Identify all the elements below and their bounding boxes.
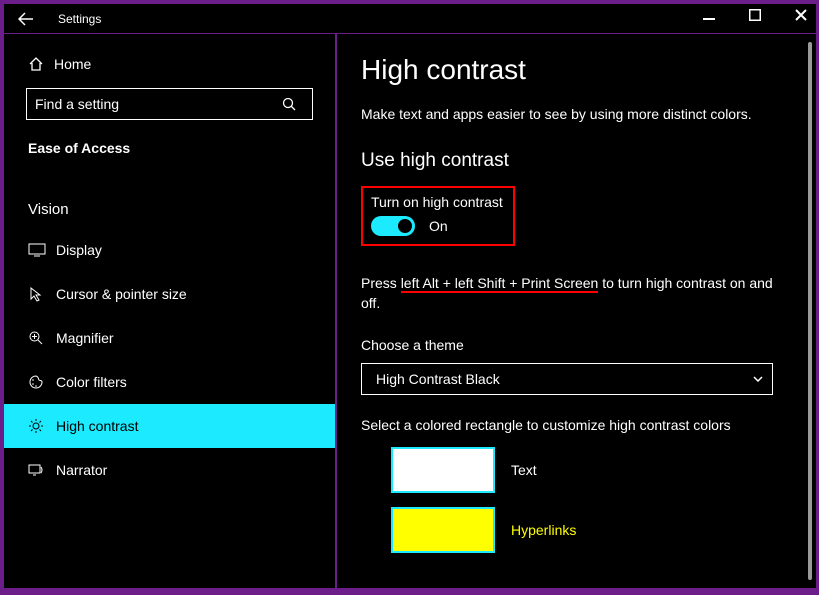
search-icon	[282, 97, 312, 111]
content-area: Home Find a setting Ease of Access Visio…	[4, 34, 816, 588]
chevron-down-icon	[752, 373, 764, 385]
search-input[interactable]: Find a setting	[26, 88, 313, 120]
sidebar-item-label: Color filters	[56, 374, 127, 390]
theme-dropdown[interactable]: High Contrast Black	[361, 363, 773, 395]
hotkey-description: Press left Alt + left Shift + Print Scre…	[361, 274, 786, 313]
search-placeholder: Find a setting	[27, 96, 282, 112]
sidebar-item-label: Display	[56, 242, 102, 258]
cursor-icon	[28, 286, 56, 302]
sidebar-item-display[interactable]: Display	[4, 228, 335, 272]
sidebar-item-label: Narrator	[56, 462, 107, 478]
high-contrast-toggle[interactable]	[371, 216, 415, 236]
window-controls	[702, 8, 808, 22]
magnifier-icon	[28, 330, 56, 346]
sidebar-item-label: Cursor & pointer size	[56, 286, 187, 302]
sidebar-item-label: High contrast	[56, 418, 138, 434]
customize-colors-label: Select a colored rectangle to customize …	[361, 417, 786, 433]
toggle-label: Turn on high contrast	[371, 194, 503, 210]
sun-icon	[28, 418, 56, 434]
color-swatch-text[interactable]	[391, 447, 495, 493]
sidebar: Home Find a setting Ease of Access Visio…	[4, 34, 337, 588]
home-icon	[28, 56, 54, 72]
swatch-row-text: Text	[391, 447, 786, 493]
title-bar: Settings	[4, 4, 816, 34]
swatch-row-hyperlinks: Hyperlinks	[391, 507, 786, 553]
display-icon	[28, 243, 56, 257]
toggle-state: On	[429, 218, 448, 234]
section-header: Ease of Access	[4, 134, 335, 166]
window-title: Settings	[58, 12, 101, 26]
theme-selected: High Contrast Black	[376, 371, 500, 387]
swatch-hyperlinks-label: Hyperlinks	[511, 522, 576, 538]
hotkey-combo: left Alt + left Shift + Print Screen	[401, 275, 599, 293]
main-panel: High contrast Make text and apps easier …	[337, 34, 816, 588]
sidebar-item-cursor[interactable]: Cursor & pointer size	[4, 272, 335, 316]
sidebar-item-colorfilters[interactable]: Color filters	[4, 360, 335, 404]
section-use-highcontrast: Use high contrast	[361, 150, 786, 172]
minimize-button[interactable]	[702, 8, 716, 22]
palette-icon	[28, 374, 56, 390]
group-label: Vision	[4, 166, 335, 228]
toggle-knob	[398, 219, 412, 233]
page-title: High contrast	[361, 54, 786, 86]
close-button[interactable]	[794, 8, 808, 22]
annotation-box: Turn on high contrast On	[361, 186, 515, 246]
hotkey-pre: Press	[361, 275, 401, 291]
sidebar-item-narrator[interactable]: Narrator	[4, 448, 335, 492]
sidebar-item-magnifier[interactable]: Magnifier	[4, 316, 335, 360]
home-label: Home	[54, 56, 91, 72]
maximize-button[interactable]	[748, 8, 762, 22]
intro-text: Make text and apps easier to see by usin…	[361, 106, 786, 122]
settings-window: Settings Home Find a setting	[4, 4, 816, 588]
choose-theme-label: Choose a theme	[361, 337, 786, 353]
color-swatch-hyperlinks[interactable]	[391, 507, 495, 553]
sidebar-item-highcontrast[interactable]: High contrast	[4, 404, 335, 448]
swatch-text-label: Text	[511, 462, 537, 478]
home-nav[interactable]: Home	[4, 34, 335, 88]
scrollbar[interactable]	[808, 42, 812, 580]
sidebar-item-label: Magnifier	[56, 330, 114, 346]
back-button[interactable]	[18, 12, 38, 26]
narrator-icon	[28, 462, 56, 478]
